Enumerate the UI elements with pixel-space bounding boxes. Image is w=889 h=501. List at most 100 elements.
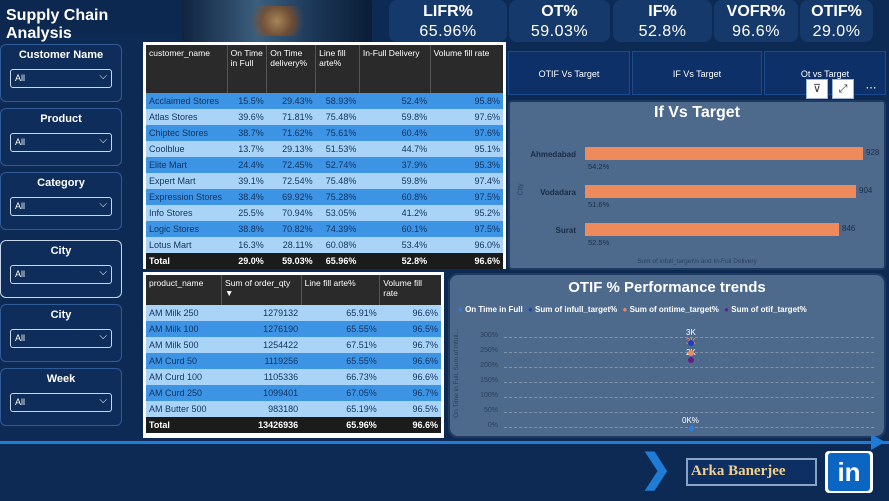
table-row[interactable]: AM Butter 500 983180 65.19% 96.5% [146, 401, 441, 417]
kpi-label: IF% [648, 3, 677, 20]
col-header[interactable]: product_name [146, 275, 223, 305]
chevron-down-icon: ⌵ [99, 395, 107, 406]
table-cell: 51.53% [315, 141, 360, 157]
slicer-city: City All ⌵ [0, 240, 122, 298]
infull-value-label: 51.6% [588, 200, 610, 209]
table-cell: AM Curd 50 [146, 353, 222, 369]
table-cell: 38.7% [227, 125, 267, 141]
table-cell: 75.28% [315, 189, 360, 205]
total-cell: 65.96% [301, 417, 380, 433]
data-point[interactable] [689, 426, 694, 431]
bar-value-label: 904 [859, 186, 873, 195]
header-banner-image [182, 0, 372, 42]
city-dropdown[interactable]: All ⌵ [10, 265, 112, 284]
customer-table: customer_name On Time in Full On Time de… [143, 42, 506, 269]
table-cell: 28.11% [266, 237, 316, 253]
tab-otif-vs-target[interactable]: OTIF Vs Target [508, 51, 630, 95]
linkedin-icon[interactable]: in [825, 451, 873, 493]
table-cell: 29.13% [266, 141, 316, 157]
table-row[interactable]: Coolblue 13.7% 29.13% 51.53% 44.7% 95.1% [146, 141, 503, 157]
product-dropdown[interactable]: All ⌵ [10, 133, 112, 152]
col-header[interactable]: On Time in Full [227, 45, 268, 93]
table-row[interactable]: AM Curd 100 1105336 66.73% 96.6% [146, 369, 441, 385]
table-row[interactable]: Lotus Mart 16.3% 28.11% 60.08% 53.4% 96.0% [146, 237, 503, 253]
col-header[interactable]: Line fill arte% [315, 45, 360, 93]
bar-vodadara[interactable] [585, 185, 856, 198]
table-cell: 58.93% [315, 93, 360, 109]
table-row[interactable]: Logic Stores 38.8% 70.82% 74.39% 60.1% 97.5% [146, 221, 503, 237]
table-cell: 72.54% [266, 173, 316, 189]
table-cell: 60.4% [359, 125, 431, 141]
table-row[interactable]: Atlas Stores 39.6% 71.81% 75.48% 59.8% 97.6% [146, 109, 503, 125]
bar-surat[interactable] [585, 223, 839, 236]
table-cell: 72.45% [266, 157, 316, 173]
legend-dot-icon: ● [622, 305, 628, 314]
slicer-label: City [50, 309, 72, 321]
gridline [504, 367, 874, 368]
table-cell: 38.8% [227, 221, 267, 237]
table-row[interactable]: Acclaimed Stores 15.5% 29.43% 58.93% 52.4% 95… [146, 93, 503, 109]
legend-item[interactable]: Sum of infull_target% [535, 305, 617, 314]
kpi-lifr: LIFR% 65.96% [389, 0, 507, 42]
table-row[interactable]: AM Milk 100 1276190 65.55% 96.5% [146, 321, 441, 337]
col-header[interactable]: customer_name [146, 45, 228, 93]
legend-item[interactable]: On Time in Full [465, 305, 523, 314]
table-cell: 13.7% [227, 141, 267, 157]
slicer-label: City [50, 245, 72, 257]
table-cell: 96.6% [379, 353, 441, 369]
tab-if-vs-target[interactable]: IF Vs Target [632, 51, 762, 95]
table-row[interactable]: AM Milk 250 1279132 65.91% 96.6% [146, 305, 441, 321]
table-row[interactable]: Info Stores 25.5% 70.94% 53.05% 41.2% 95.2% [146, 205, 503, 221]
table-cell: AM Curd 250 [146, 385, 222, 401]
table-row[interactable]: Expert Mart 39.1% 72.54% 75.48% 59.8% 97.4% [146, 173, 503, 189]
table-row[interactable]: AM Curd 50 1119256 65.55% 96.6% [146, 353, 441, 369]
category-dropdown[interactable]: All ⌵ [10, 197, 112, 216]
table-row[interactable]: AM Milk 500 1254422 67.51% 96.7% [146, 337, 441, 353]
table-row[interactable]: AM Curd 250 1099401 67.05% 96.7% [146, 385, 441, 401]
kpi-value: 65.96% [419, 23, 477, 40]
week-dropdown[interactable]: All ⌵ [10, 393, 112, 412]
col-header[interactable]: On Time delivery% [266, 45, 317, 93]
col-header[interactable]: In-Full Delivery [359, 45, 431, 93]
author-name: Arka Banerjee [686, 458, 817, 486]
table-cell: AM Butter 500 [146, 401, 222, 417]
table-cell: AM Milk 100 [146, 321, 222, 337]
data-point[interactable] [688, 340, 694, 346]
customer-name-dropdown[interactable]: All ⌵ [10, 69, 112, 88]
total-cell: 65.96% [315, 253, 360, 269]
table-cell: 70.82% [266, 221, 316, 237]
data-point[interactable] [688, 357, 694, 363]
table-row[interactable]: Chiptec Stores 38.7% 71.62% 75.61% 60.4% 97.6… [146, 125, 503, 141]
filter-icon[interactable]: ⊽ [806, 79, 828, 99]
total-cell: 29.0% [227, 253, 267, 269]
table-row[interactable]: Expression Stores 38.4% 69.92% 75.28% 60.8% 9… [146, 189, 503, 205]
table-cell: Elite Mart [146, 157, 228, 173]
city-dropdown-2[interactable]: All ⌵ [10, 329, 112, 348]
slicer-week: Week All ⌵ [0, 368, 122, 426]
bar-value-label: 928 [866, 148, 880, 157]
focus-mode-icon[interactable]: ⤢ [832, 79, 854, 99]
table-cell: 65.55% [301, 353, 380, 369]
legend-item[interactable]: Sum of ontime_target% [630, 305, 719, 314]
more-options-icon[interactable]: ⋯ [860, 79, 882, 99]
legend-item[interactable]: Sum of otif_target% [731, 305, 807, 314]
footer-divider [0, 441, 889, 444]
table-cell: 96.6% [379, 305, 441, 321]
table-cell: 52.4% [359, 93, 431, 109]
data-point[interactable] [688, 350, 694, 356]
bar-ahmedabad[interactable] [585, 147, 863, 160]
total-cell: 96.6% [379, 417, 441, 433]
slicer-product: Product All ⌵ [0, 108, 122, 166]
table-row[interactable]: Elite Mart 24.4% 72.45% 52.74% 37.9% 95.3% [146, 157, 503, 173]
col-header[interactable]: Volume fill rate [379, 275, 441, 305]
table-cell: 95.2% [430, 205, 503, 221]
table-cell: 15.5% [227, 93, 267, 109]
table-cell: 74.39% [315, 221, 360, 237]
chart-title: If Vs Target [654, 104, 740, 121]
slicer-label: Week [46, 373, 76, 385]
col-header[interactable]: Sum of order_qty ▼ [221, 275, 302, 305]
col-header[interactable]: Volume fill rate [430, 45, 503, 93]
table-cell: 60.1% [359, 221, 431, 237]
product-table: product_name Sum of order_qty ▼ Line fill… [143, 272, 444, 438]
col-header[interactable]: Line fill arte% [301, 275, 381, 305]
